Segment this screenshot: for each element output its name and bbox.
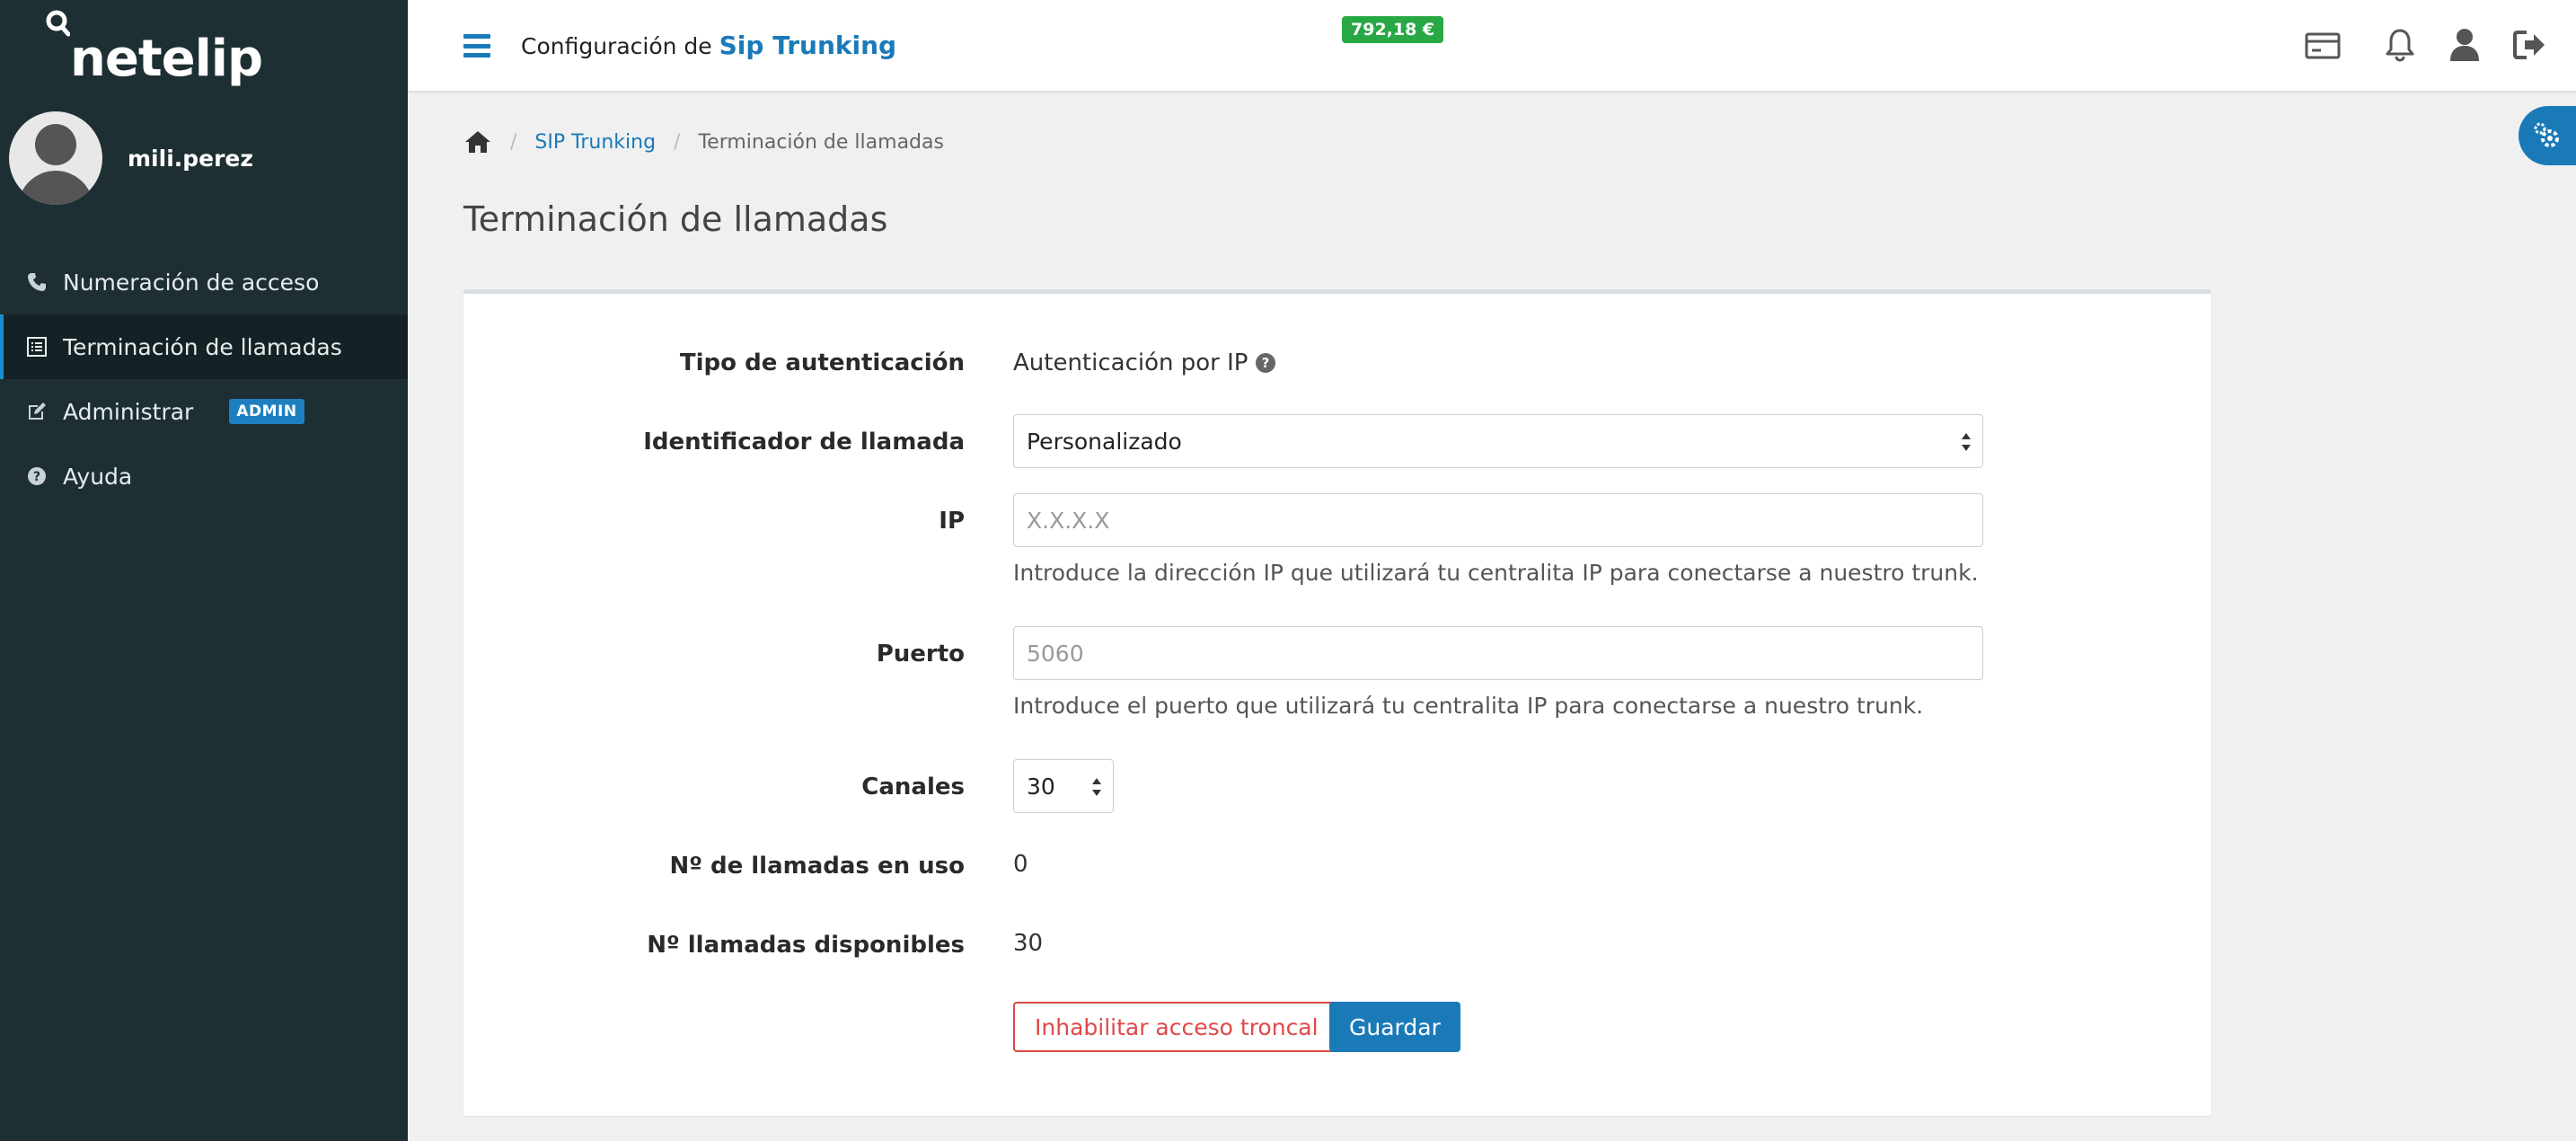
app-title-accent: Sip Trunking <box>719 31 897 60</box>
sidebar-item-label: Terminación de llamadas <box>63 333 342 360</box>
calls-available-value: 30 <box>1013 930 1044 957</box>
sidebar-item-label: Numeración de acceso <box>63 269 320 296</box>
auth-type-label: Tipo de autenticación <box>679 349 965 376</box>
question-circle-icon[interactable]: ? <box>1255 352 1276 374</box>
form-panel: Tipo de autenticación Autenticación por … <box>463 289 2211 1116</box>
bell-icon[interactable] <box>2380 25 2420 65</box>
channels-label: Canales <box>861 774 965 800</box>
breadcrumb-current: Terminación de llamadas <box>698 130 944 154</box>
calls-in-use-label: Nº de llamadas en uso <box>669 853 965 880</box>
port-help-text: Introduce el puerto que utilizará tu cen… <box>1013 693 1924 719</box>
netelip-logo[interactable]: netelip <box>43 7 263 88</box>
ip-label: IP <box>939 508 965 535</box>
edit-icon <box>25 400 49 423</box>
ip-field-wrapper <box>1013 493 1983 547</box>
ip-input[interactable] <box>1027 507 1970 534</box>
select-arrows-icon <box>1962 433 1971 451</box>
svg-text:?: ? <box>33 470 40 484</box>
caller-id-select[interactable]: Personalizado <box>1013 414 1983 468</box>
channels-select[interactable]: 30 <box>1013 759 1114 813</box>
list-icon <box>25 335 49 358</box>
sidebar: netelip mili.perez Numeración de acceso … <box>0 0 408 1141</box>
breadcrumb: / SIP Trunking / Terminación de llamadas <box>463 129 944 155</box>
page-title: Terminación de llamadas <box>463 199 888 239</box>
billing-card-icon[interactable] <box>2303 25 2342 65</box>
username: mili.perez <box>128 145 253 172</box>
settings-gear-icon[interactable] <box>2519 106 2576 165</box>
location-pin-icon <box>46 10 70 37</box>
sidebar-item-administrar[interactable]: Administrar ADMIN <box>0 379 408 444</box>
disable-trunk-button[interactable]: Inhabilitar acceso troncal <box>1013 1002 1340 1052</box>
home-icon[interactable] <box>463 129 492 155</box>
question-circle-icon: ? <box>25 464 49 488</box>
sidebar-item-label: Ayuda <box>63 463 133 490</box>
balance-badge[interactable]: 792,18 € <box>1342 16 1444 43</box>
calls-available-label: Nº llamadas disponibles <box>647 932 965 959</box>
sidebar-item-ayuda[interactable]: ? Ayuda <box>0 444 408 509</box>
logout-icon[interactable] <box>2510 25 2549 65</box>
port-label: Puerto <box>876 641 965 668</box>
sidebar-item-label: Administrar <box>63 398 194 425</box>
select-arrows-icon <box>1092 778 1101 796</box>
port-field-wrapper <box>1013 626 1983 680</box>
sidebar-item-numeracion[interactable]: Numeración de acceso <box>0 250 408 314</box>
admin-badge: ADMIN <box>229 399 304 424</box>
port-input[interactable] <box>1027 640 1970 667</box>
avatar[interactable] <box>9 111 102 205</box>
calls-in-use-value: 0 <box>1013 851 1028 878</box>
user-profile[interactable]: mili.perez <box>9 111 253 205</box>
app-title: Configuración de Sip Trunking <box>521 31 897 60</box>
brand-name: netelip <box>70 29 263 88</box>
phone-icon <box>25 270 49 294</box>
save-button[interactable]: Guardar <box>1329 1002 1460 1052</box>
svg-text:?: ? <box>1262 355 1270 371</box>
user-icon[interactable] <box>2445 25 2484 65</box>
breadcrumb-link-sip-trunking[interactable]: SIP Trunking <box>534 131 656 154</box>
auth-type-value: Autenticación por IP ? <box>1013 349 1276 376</box>
sidebar-item-terminacion[interactable]: Terminación de llamadas <box>0 314 408 379</box>
menu-toggle-icon[interactable] <box>463 34 490 57</box>
caller-id-label: Identificador de llamada <box>643 429 965 456</box>
top-bar: Configuración de Sip Trunking 792,18 € <box>408 0 2576 92</box>
sidebar-nav: Numeración de acceso Terminación de llam… <box>0 250 408 509</box>
ip-help-text: Introduce la dirección IP que utilizará … <box>1013 560 1979 586</box>
